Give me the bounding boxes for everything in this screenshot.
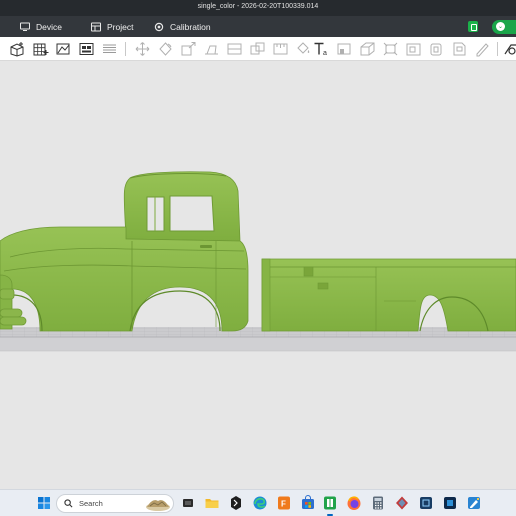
prusa-slicer-icon[interactable] bbox=[394, 495, 410, 511]
support-tool-button[interactable] bbox=[336, 41, 353, 57]
truck-bed-model[interactable] bbox=[261, 258, 516, 332]
search-input[interactable] bbox=[79, 499, 139, 508]
paint-bucket-icon bbox=[297, 42, 310, 54]
plate-box-icon bbox=[406, 43, 421, 56]
windows-start-icon[interactable] bbox=[36, 495, 52, 511]
brim-ears-button[interactable] bbox=[451, 41, 468, 57]
search-highlight-icon bbox=[146, 500, 170, 511]
firefox-icon[interactable] bbox=[346, 495, 362, 511]
variable-layer-button[interactable] bbox=[428, 41, 445, 57]
search-icon bbox=[64, 499, 73, 508]
measure-tool-button[interactable] bbox=[272, 41, 289, 57]
paint-tool-button[interactable] bbox=[295, 41, 312, 57]
grid-plate-icon bbox=[33, 43, 49, 56]
ms-store-icon[interactable] bbox=[300, 495, 316, 511]
toolbar-divider bbox=[125, 42, 126, 56]
cylinder-icon bbox=[430, 43, 442, 56]
layers-icon bbox=[103, 44, 116, 53]
window-title: single_color - 2026-02-20T100339.014 bbox=[197, 3, 319, 10]
menu-device-label: Device bbox=[36, 21, 62, 32]
cut-icon bbox=[227, 43, 242, 55]
page-icon bbox=[453, 42, 466, 56]
multi-select-button[interactable] bbox=[382, 41, 399, 57]
editor-app-icon[interactable] bbox=[466, 495, 482, 511]
text-tool-button[interactable]: a bbox=[313, 41, 330, 57]
cube-add-icon bbox=[10, 42, 24, 57]
svg-text:F: F bbox=[281, 500, 286, 509]
orca-slicer-app-icon[interactable] bbox=[322, 495, 338, 511]
arrange-button[interactable] bbox=[78, 41, 95, 57]
camera-app-icon[interactable] bbox=[418, 495, 434, 511]
emboss-tool-button[interactable] bbox=[502, 41, 516, 57]
menu-calibration[interactable]: Calibration bbox=[154, 16, 211, 37]
slice-toggle-button[interactable]: ⌄ bbox=[492, 19, 516, 34]
file-explorer-icon[interactable] bbox=[204, 495, 220, 511]
add-plate-button[interactable] bbox=[32, 41, 49, 57]
pen-icon bbox=[476, 43, 489, 57]
window-titlebar: single_color - 2026-02-20T100339.014 bbox=[0, 0, 516, 16]
app-status-badge-icon[interactable] bbox=[468, 21, 478, 32]
monitor-icon bbox=[20, 22, 30, 32]
emboss-icon bbox=[504, 44, 516, 55]
cube-icon bbox=[360, 42, 375, 56]
top-menu-bar: Device Project Calibration ⌄ bbox=[0, 16, 516, 37]
move-arrows-icon bbox=[135, 42, 150, 56]
taskbar-search-box[interactable] bbox=[56, 494, 174, 513]
measure-icon bbox=[273, 43, 288, 55]
calibration-icon bbox=[154, 22, 164, 32]
task-view-icon[interactable] bbox=[180, 495, 196, 511]
text-icon: a bbox=[314, 42, 327, 57]
terminal-app-icon[interactable] bbox=[228, 495, 244, 511]
truck-cab-model[interactable] bbox=[0, 171, 249, 332]
menu-project-label: Project bbox=[107, 21, 134, 32]
lay-on-face-icon bbox=[205, 45, 218, 55]
boolean-tool-button[interactable] bbox=[249, 41, 266, 57]
add-object-button[interactable] bbox=[9, 41, 26, 57]
fusion-app-icon[interactable]: F bbox=[276, 495, 292, 511]
main-toolbar: a bbox=[0, 37, 516, 61]
boolean-icon bbox=[250, 42, 265, 55]
orient-icon bbox=[56, 43, 70, 55]
project-icon bbox=[91, 22, 101, 32]
menu-calibration-label: Calibration bbox=[170, 21, 211, 32]
rotate-icon bbox=[159, 42, 172, 56]
3d-viewport[interactable] bbox=[0, 61, 516, 489]
photo-app-icon[interactable] bbox=[442, 495, 458, 511]
menu-right-controls: ⌄ bbox=[468, 19, 516, 34]
auto-orient-button[interactable] bbox=[55, 41, 72, 57]
menu-project[interactable]: Project bbox=[91, 16, 133, 37]
support-icon bbox=[337, 43, 351, 55]
rotate-tool-button[interactable] bbox=[157, 41, 174, 57]
orient-plate-button[interactable] bbox=[405, 41, 422, 57]
edge-browser-icon[interactable] bbox=[252, 495, 268, 511]
pen-tool-button[interactable] bbox=[474, 41, 491, 57]
windows-taskbar: F bbox=[0, 489, 516, 516]
scale-icon bbox=[181, 42, 196, 56]
svg-text:a: a bbox=[323, 50, 327, 57]
arrange-icon bbox=[79, 43, 94, 55]
move-tool-button[interactable] bbox=[134, 41, 151, 57]
scale-tool-button[interactable] bbox=[180, 41, 197, 57]
chevron-down-icon: ⌄ bbox=[496, 22, 505, 31]
viewport-scene[interactable] bbox=[0, 61, 516, 489]
split-objects-button[interactable] bbox=[101, 41, 118, 57]
expand-corners-icon bbox=[383, 42, 398, 56]
cut-tool-button[interactable] bbox=[226, 41, 243, 57]
lay-on-face-button[interactable] bbox=[203, 41, 220, 57]
calculator-icon[interactable] bbox=[370, 495, 386, 511]
toolbar-divider bbox=[497, 42, 498, 56]
menu-device[interactable]: Device bbox=[20, 16, 62, 37]
view-cube-button[interactable] bbox=[359, 41, 376, 57]
